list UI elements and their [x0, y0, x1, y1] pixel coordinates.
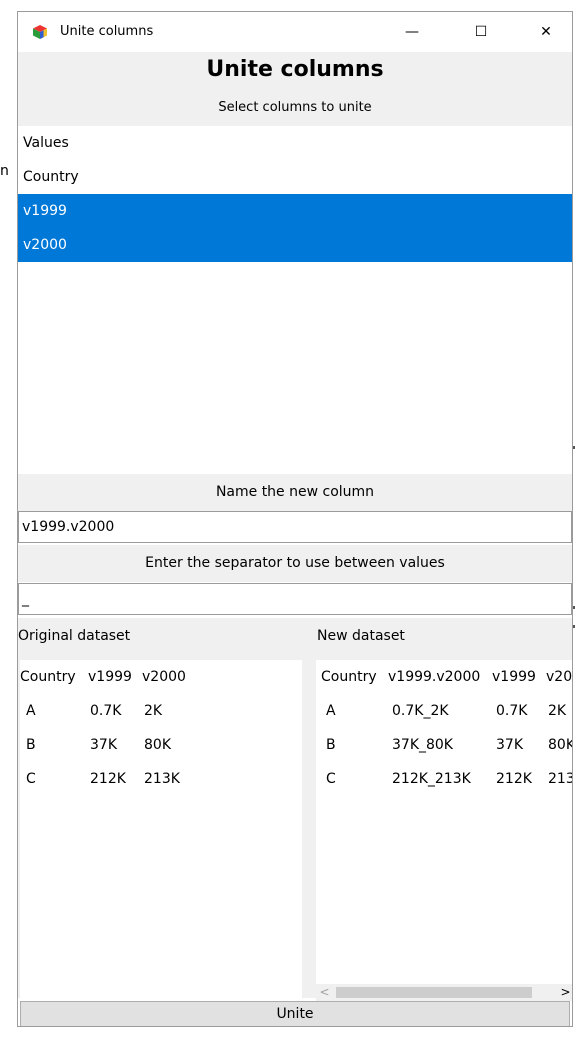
- separator-input[interactable]: _: [18, 583, 572, 615]
- table-cell: 37K_80K: [392, 737, 453, 753]
- column-header: v2000: [142, 669, 186, 685]
- new-column-label: Name the new column: [18, 474, 572, 511]
- close-button[interactable]: ✕: [523, 12, 569, 52]
- column-header: v1999: [88, 669, 132, 685]
- dialog-instructions: Select columns to unite: [218, 100, 372, 115]
- new-dataset-table[interactable]: Country v1999.v2000 v1999 v2000 A 0.7K_2…: [316, 660, 573, 984]
- scrollbar-thumb[interactable]: [336, 987, 532, 998]
- separator-label: Enter the separator to use between value…: [18, 545, 572, 582]
- table-cell: 212K: [496, 771, 532, 787]
- table-cell: 212K: [90, 771, 126, 787]
- column-listbox[interactable]: Values Country v1999 v2000: [18, 126, 572, 472]
- original-dataset-label: Original dataset: [18, 628, 131, 644]
- column-header: v1999.v2000: [388, 669, 481, 685]
- table-cell: 80K: [144, 737, 171, 753]
- background-text-fragment: n: [0, 163, 9, 179]
- table-cell: C: [326, 771, 336, 787]
- column-option-values[interactable]: Values: [18, 126, 572, 160]
- table-cell: 213K: [548, 771, 572, 787]
- scroll-left-icon[interactable]: <: [316, 984, 333, 1001]
- title-bar[interactable]: Unite columns — ☐ ✕: [18, 12, 572, 52]
- list-item-label: Country: [23, 169, 79, 185]
- new-dataset-label: New dataset: [317, 628, 405, 644]
- unite-columns-dialog: Unite columns — ☐ ✕ Unite columns Select…: [17, 11, 573, 1027]
- table-cell: 2K: [548, 703, 567, 719]
- table-cell: B: [26, 737, 36, 753]
- table-cell: 213K: [144, 771, 180, 787]
- minimize-button[interactable]: —: [389, 12, 435, 52]
- table-cell: 212K_213K: [392, 771, 471, 787]
- table-cell: 0.7K: [90, 703, 122, 719]
- table-cell: 80K: [548, 737, 573, 753]
- list-item-label: v2000: [23, 237, 67, 253]
- new-column-name-input[interactable]: v1999.v2000: [18, 511, 572, 543]
- dataset-previews: Original dataset New dataset Country v19…: [18, 618, 572, 998]
- table-cell: B: [326, 737, 336, 753]
- table-cell: 37K: [496, 737, 523, 753]
- table-cell: 37K: [90, 737, 117, 753]
- maximize-icon: ☐: [474, 24, 488, 40]
- column-option-country[interactable]: Country: [18, 160, 572, 194]
- column-header: v2000: [546, 669, 573, 685]
- table-cell: 0.7K: [496, 703, 528, 719]
- minimize-icon: —: [405, 24, 419, 40]
- app-icon: [33, 25, 47, 39]
- new-dataset-horizontal-scrollbar[interactable]: < >: [316, 984, 572, 1001]
- list-item-label: v1999: [23, 203, 67, 219]
- column-option-v2000[interactable]: v2000: [18, 228, 572, 262]
- dialog-header: Unite columns Select columns to unite: [18, 52, 572, 126]
- maximize-button[interactable]: ☐: [458, 12, 504, 52]
- table-cell: C: [26, 771, 36, 787]
- original-dataset-table: Country v1999 v2000 A 0.7K 2K B 37K 80K …: [20, 660, 302, 998]
- table-cell: 0.7K_2K: [392, 703, 449, 719]
- window-title: Unite columns: [60, 24, 154, 39]
- unite-button[interactable]: Unite: [20, 1001, 570, 1026]
- column-header: Country: [20, 669, 76, 685]
- dialog-heading: Unite columns: [206, 57, 384, 82]
- column-header: v1999: [492, 669, 536, 685]
- table-cell: A: [26, 703, 36, 719]
- table-cell: A: [326, 703, 336, 719]
- column-header: Country: [321, 669, 377, 685]
- scroll-right-icon[interactable]: >: [557, 984, 572, 1001]
- list-item-label: Values: [23, 135, 69, 151]
- column-option-v1999[interactable]: v1999: [18, 194, 572, 228]
- close-icon: ✕: [540, 24, 552, 40]
- table-cell: 2K: [144, 703, 163, 719]
